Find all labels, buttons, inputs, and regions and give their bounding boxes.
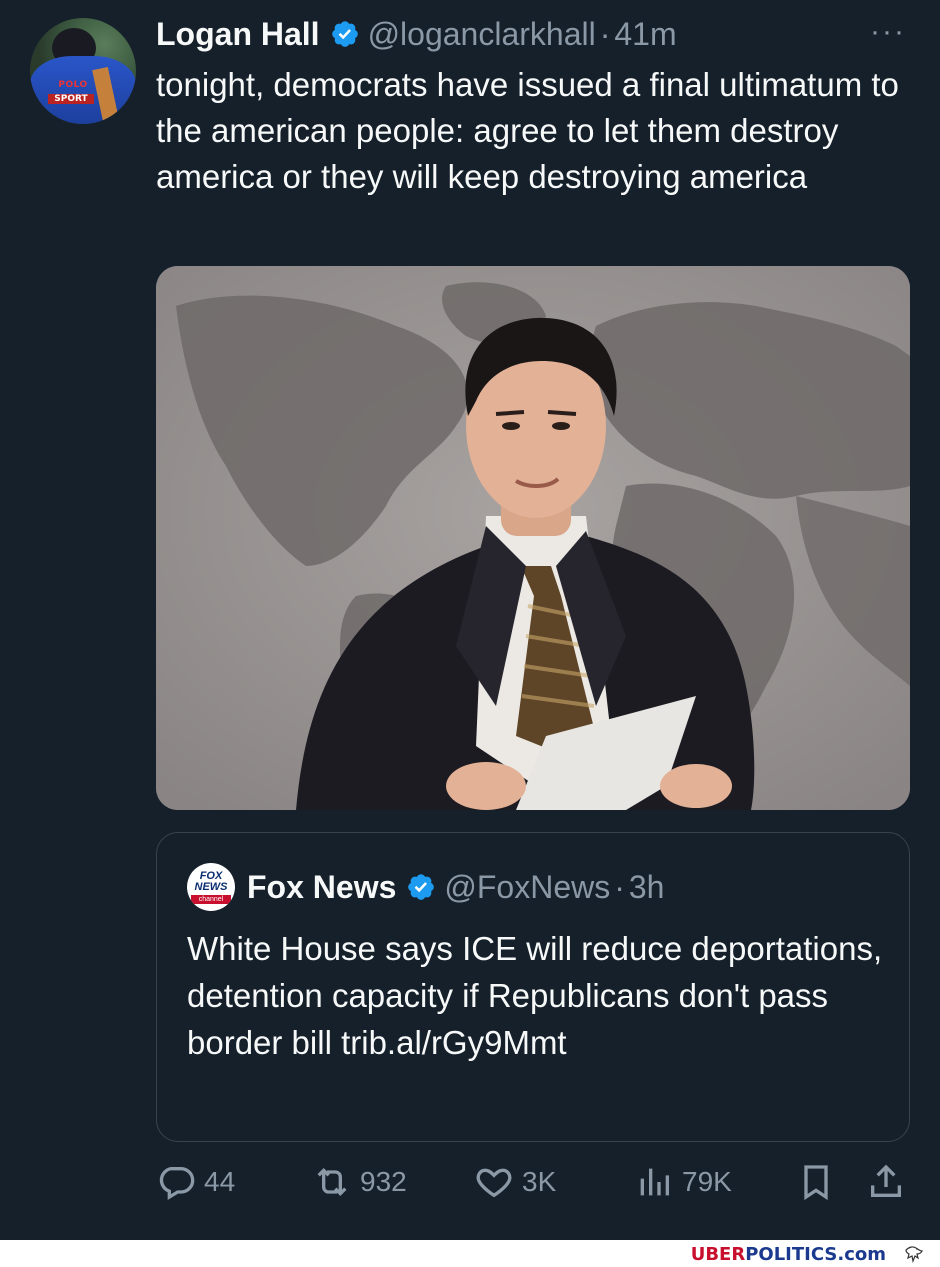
watermark-bar: UBERPOLITICS.com [0,1240,940,1267]
quoted-tweet-header: FOX NEWS channel Fox News @FoxNews · 3h [187,863,665,911]
reply-icon [159,1167,195,1200]
like-count: 3K [522,1166,557,1197]
avatar-logo-text-2: SPORT [48,94,94,104]
reply-button[interactable]: 44 [156,1158,235,1206]
watermark-part-1: UBER [690,1244,746,1265]
tweet-actions-bar: 44 932 3K 79K [156,1158,916,1206]
tweet-image[interactable] [156,266,910,810]
verified-badge-icon[interactable] [330,19,360,49]
views-button[interactable]: 79K [634,1158,732,1206]
quoted-tweet-text: White House says ICE will reduce deporta… [187,930,883,1061]
share-icon [871,1164,901,1197]
uberpolitics-watermark[interactable]: UBERPOLITICS.com [691,1244,886,1265]
author-avatar[interactable]: POLO SPORT [30,18,136,124]
views-chart-icon [640,1168,669,1196]
author-handle[interactable]: @loganclarkhall [368,16,596,53]
quoted-verified-badge-icon[interactable] [406,872,436,902]
quoted-post-time[interactable]: 3h [629,869,665,906]
post-time[interactable]: 41m [614,16,676,53]
reply-count: 44 [204,1166,236,1197]
tweet[interactable]: POLO SPORT Logan Hall @loganclarkhall · … [0,0,940,1240]
fox-news-logo-icon[interactable]: FOX NEWS channel [187,863,235,911]
bookmark-icon [804,1165,828,1201]
eagle-icon [905,1246,923,1264]
quoted-separator-dot: · [614,868,625,905]
quoted-author-handle[interactable]: @FoxNews [444,869,610,906]
share-button[interactable] [866,1158,914,1206]
separator-dot: · [599,15,611,52]
repost-button[interactable]: 932 [312,1158,407,1206]
news-logo-text: NEWS [194,881,228,893]
more-options-icon[interactable]: ··· [870,17,906,47]
watermark-part-2: POLITICS [745,1244,838,1265]
quoted-author-name[interactable]: Fox News [247,869,396,906]
author-name[interactable]: Logan Hall [156,16,320,53]
tweet-text: tonight, democrats have issued a final u… [156,66,899,195]
watermark-part-3: .com [837,1244,886,1265]
avatar-jacket [30,56,136,124]
bookmark-button[interactable] [796,1158,844,1206]
heart-icon [476,1168,512,1198]
like-button[interactable]: 3K [474,1158,556,1206]
quoted-tweet[interactable]: FOX NEWS channel Fox News @FoxNews · 3h W… [156,832,910,1142]
repost-count: 932 [360,1166,407,1197]
views-count: 79K [682,1166,732,1197]
tweet-header: Logan Hall @loganclarkhall · 41m [156,14,677,54]
repost-icon [317,1167,347,1197]
avatar-logo-text: POLO [58,80,88,90]
news-anchor-illustration [156,266,910,810]
channel-logo-text: channel [191,895,231,904]
